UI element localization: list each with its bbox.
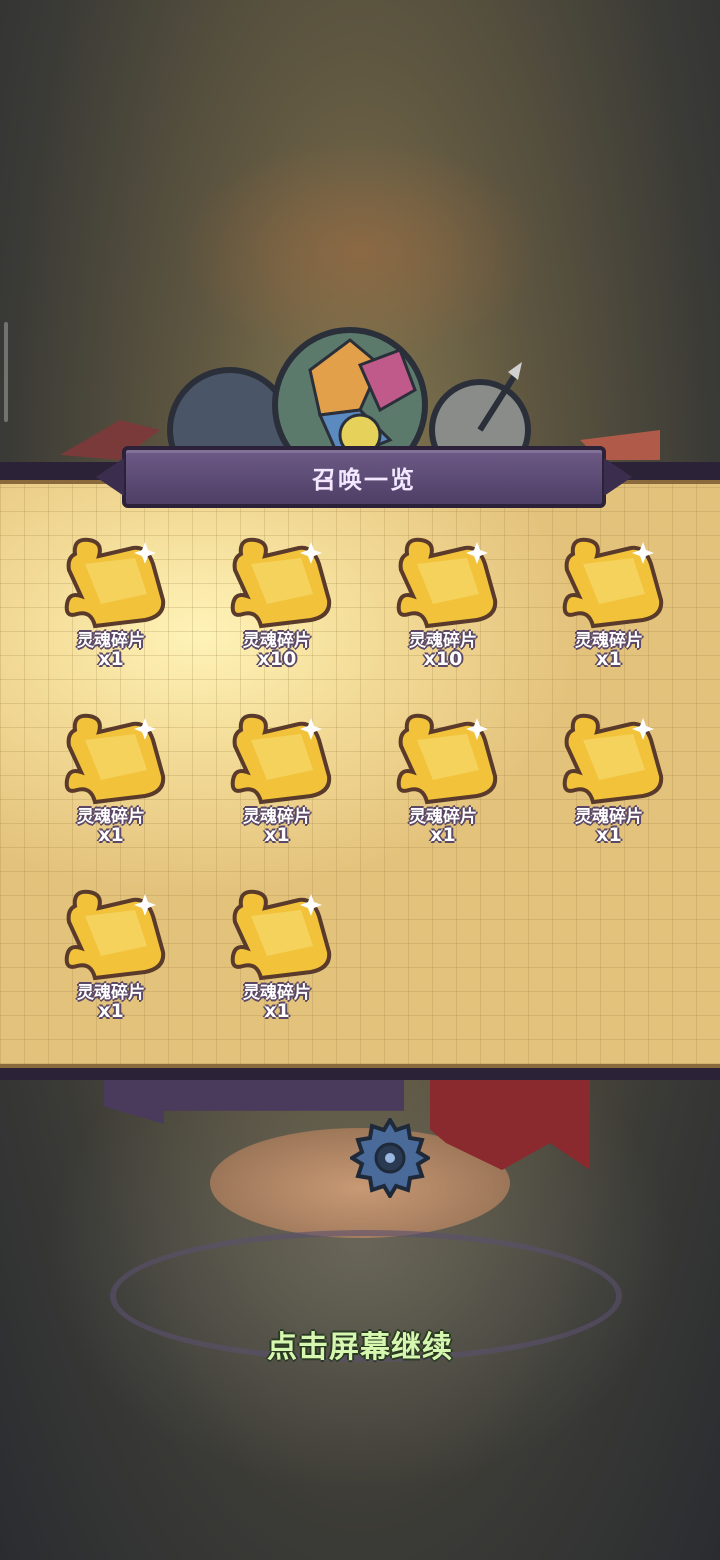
item-count: x1 xyxy=(596,824,622,846)
reward-item[interactable]: 灵魂碎片 x1 xyxy=(194,706,360,846)
puzzle-piece-icon xyxy=(64,889,166,981)
item-count: x10 xyxy=(423,648,463,670)
edge-indicator xyxy=(4,322,8,422)
reward-item[interactable]: 灵魂碎片 x1 xyxy=(28,706,194,846)
item-count: x1 xyxy=(98,1000,124,1022)
item-count: x1 xyxy=(98,824,124,846)
puzzle-piece-icon xyxy=(396,537,498,629)
item-count: x1 xyxy=(596,648,622,670)
puzzle-piece-icon xyxy=(230,713,332,805)
puzzle-piece-icon xyxy=(230,889,332,981)
reward-item[interactable]: 灵魂碎片 x10 xyxy=(360,530,526,670)
item-count: x1 xyxy=(264,1000,290,1022)
reward-item[interactable]: 灵魂碎片 x1 xyxy=(194,882,360,1022)
puzzle-piece-icon xyxy=(396,713,498,805)
reward-item[interactable]: 灵魂碎片 x1 xyxy=(526,706,692,846)
page-title: 召唤一览 xyxy=(312,465,416,494)
reward-item[interactable]: 灵魂碎片 x1 xyxy=(360,706,526,846)
puzzle-piece-icon xyxy=(562,713,664,805)
gear-icon xyxy=(350,1118,430,1198)
puzzle-piece-icon xyxy=(64,713,166,805)
item-count: x1 xyxy=(264,824,290,846)
reward-item[interactable]: 灵魂碎片 x1 xyxy=(526,530,692,670)
title-banner: 召唤一览 xyxy=(96,446,632,508)
item-count: x10 xyxy=(257,648,297,670)
reward-grid: 灵魂碎片 x1 灵魂碎片 x10 灵魂碎片 x10 灵魂碎片 x1 灵魂碎片 x… xyxy=(28,530,692,1022)
reward-item[interactable]: 灵魂碎片 x1 xyxy=(28,530,194,670)
tap-to-continue-hint[interactable]: 点击屏幕继续 xyxy=(0,1322,720,1366)
reward-item[interactable]: 灵魂碎片 x10 xyxy=(194,530,360,670)
puzzle-piece-icon xyxy=(562,537,664,629)
reward-item[interactable]: 灵魂碎片 x1 xyxy=(28,882,194,1022)
puzzle-piece-icon xyxy=(64,537,166,629)
puzzle-piece-icon xyxy=(230,537,332,629)
item-count: x1 xyxy=(430,824,456,846)
item-count: x1 xyxy=(98,648,124,670)
